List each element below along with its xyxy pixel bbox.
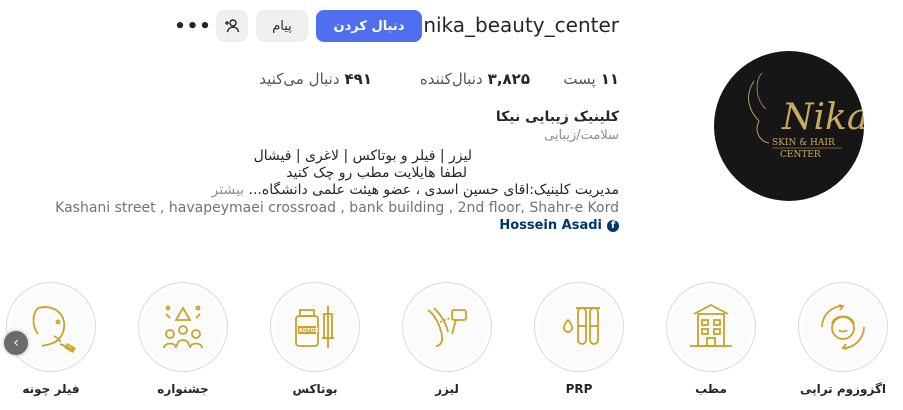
bio-name: کلینیک زیبایی نیکا [495, 109, 619, 125]
highlight-label: بوتاکس [292, 382, 338, 396]
following-stat[interactable]: ۴۹۱ دنبال می‌کنید [259, 70, 372, 88]
bio-line-3: مدیریت کلینیک:اقای حسین اسدی ، عضو هیئت … [212, 182, 619, 198]
building-icon [690, 303, 732, 347]
bio-more-link[interactable]: بیشتر [212, 182, 245, 198]
highlight-office[interactable]: مطب [666, 282, 756, 396]
posts-label: پست [563, 70, 596, 88]
highlight-prp[interactable]: PRP [534, 282, 624, 396]
highlight-exosome[interactable]: اگزوزوم تراپی [798, 282, 888, 396]
chin-filler-icon [32, 306, 76, 353]
highlight-label: فیلر چونه [22, 382, 80, 396]
laser-icon [427, 307, 467, 347]
more-options-button[interactable]: ••• [174, 10, 211, 42]
bio-line-2: لطفا هایلایت مطب رو چک کنید [286, 165, 467, 181]
posts-stat[interactable]: ۱۱ پست [563, 70, 619, 88]
followers-count: ۳,۸۲۵ [487, 70, 530, 88]
logo-subtitle-1: SKIN & HAIR [772, 138, 835, 148]
followers-stat[interactable]: ۳,۸۲۵ دنبال‌کننده [420, 70, 530, 88]
following-count: ۴۹۱ [344, 70, 372, 88]
bio-address: Kashani street , havapeymaei crossroad ,… [55, 200, 619, 216]
svg-text:BOTOX: BOTOX [299, 328, 319, 334]
botox-icon: BOTOX [295, 306, 334, 348]
facebook-icon: f [607, 219, 619, 232]
highlight-label: جشنواره [157, 382, 209, 396]
highlight-label: مطب [695, 382, 727, 396]
followers-label: دنبال‌کننده [419, 70, 483, 88]
add-person-icon [225, 19, 240, 33]
logo-subtitle-2: CENTER [780, 150, 821, 160]
face-spa-icon [821, 304, 865, 350]
highlight-laser[interactable]: لیزر [402, 282, 492, 396]
following-label: دنبال می‌کنید [259, 70, 340, 88]
bio-link-text: Hossein Asadi [499, 218, 602, 233]
celebration-icon [163, 305, 203, 349]
nika-logo: Nika SKIN & HAIR CENTER [748, 72, 864, 160]
chevron-left-icon: ‹ [13, 335, 19, 351]
profile-avatar[interactable]: Nika SKIN & HAIR CENTER [714, 51, 864, 201]
highlight-label: لیزر [435, 382, 459, 396]
bio-external-link[interactable]: Hossein Asadi f [499, 218, 619, 233]
highlight-label: PRP [565, 382, 593, 396]
message-button[interactable]: پیام [256, 10, 308, 42]
highlight-label: اگزوزوم تراپی [799, 382, 887, 396]
bio-category: سلامت/زیبایی [544, 128, 619, 143]
highlight-festival[interactable]: جشنواره [138, 282, 228, 396]
bio-line-3-text: مدیریت کلینیک:اقای حسین اسدی ، عضو هیئت … [248, 182, 619, 198]
suggested-users-button[interactable] [216, 10, 248, 42]
profile-username: nika_beauty_center [423, 13, 619, 37]
scroll-left-button[interactable]: ‹ [4, 331, 28, 355]
follow-button[interactable]: دنبال کردن [316, 10, 422, 42]
posts-count: ۱۱ [600, 70, 619, 88]
bio-line-1: لیزر | فیلر و بوتاکس | لاغری | فیشال [253, 148, 472, 164]
logo-text: Nika [781, 97, 864, 138]
prp-tubes-icon [563, 307, 600, 345]
highlight-botox[interactable]: BOTOX بوتاکس [270, 282, 360, 396]
